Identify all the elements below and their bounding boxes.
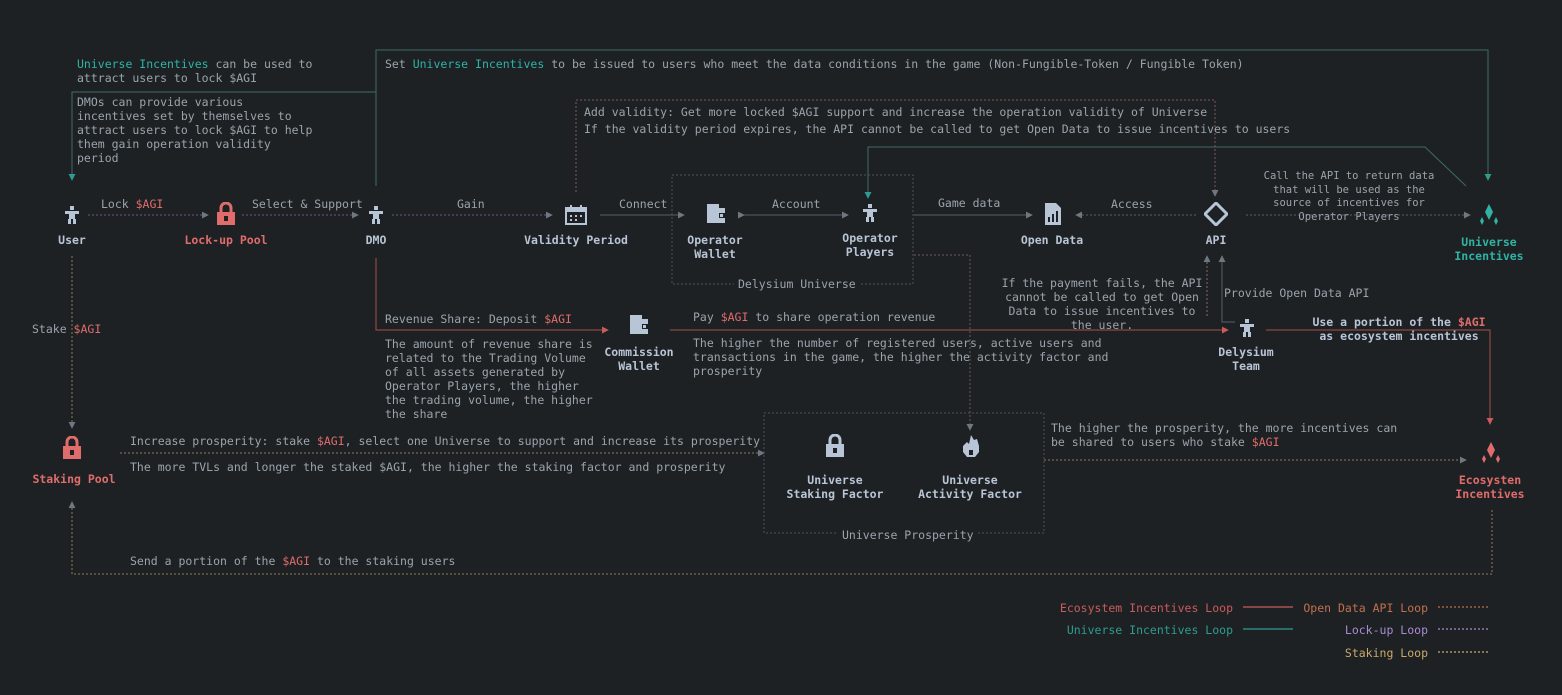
- note-set-incentives: Set Universe Incentives to be issued to …: [385, 57, 1244, 71]
- edge-stake: Stake $AGI: [32, 322, 102, 336]
- note-revenue-share: Revenue Share: Deposit $AGI: [385, 312, 572, 326]
- delysium-team-icon: [1240, 319, 1254, 337]
- edge-lock: Lock $AGI: [101, 197, 164, 211]
- sparkle-red-icon: [1482, 442, 1500, 463]
- sparkle-teal-icon: [1480, 204, 1498, 225]
- legend-universe-loop: Universe Incentives Loop: [1066, 623, 1233, 637]
- note-pay: Pay $AGI to share operation revenue: [693, 310, 936, 324]
- node-universe-incentives: Universe Incentives: [1454, 235, 1524, 263]
- note-validity-expires: If the validity period expires, the API …: [584, 122, 1291, 136]
- group-label-delysium-universe: Delysium Universe: [734, 277, 860, 291]
- staking-lock-icon: [63, 436, 81, 459]
- edge-gain: Gain: [457, 197, 485, 211]
- edge-access: Access: [1111, 197, 1153, 211]
- staking-factor-lock-icon: [826, 434, 844, 457]
- note-payment-fails: If the payment fails, the API cannot be …: [1001, 276, 1203, 332]
- node-user: User: [58, 233, 86, 247]
- edge-connect: Connect: [619, 197, 668, 211]
- node-staking-pool: Staking Pool: [32, 472, 116, 486]
- note-universe-incentives-attract: Universe Incentives can be used to attra…: [77, 57, 313, 85]
- node-operator-players: Operator Players: [842, 231, 898, 259]
- note-higher-prosperity: The higher the prosperity, the more ince…: [1051, 421, 1398, 449]
- legend-staking-loop: Staking Loop: [1344, 646, 1428, 660]
- flame-icon: [963, 435, 979, 457]
- lock-icon: [217, 202, 235, 225]
- note-send-portion: Send a portion of the $AGI to the stakin…: [130, 554, 456, 568]
- node-operator-wallet: Operator Wallet: [687, 233, 743, 261]
- document-icon: [1045, 203, 1061, 225]
- note-activity-detail: The higher the number of registered user…: [693, 336, 1109, 378]
- group-label-universe-prosperity: Universe Prosperity: [838, 528, 978, 542]
- node-ecosystem-incentives: Ecosysten Incentives: [1455, 473, 1525, 501]
- note-call-api: Call the API to return data that will be…: [1263, 170, 1435, 223]
- commission-wallet-icon: [630, 315, 648, 334]
- legend-lockup-loop: Lock-up Loop: [1344, 623, 1428, 637]
- user-icon: [65, 206, 79, 224]
- note-increase-prosperity: Increase prosperity: stake $AGI, select …: [130, 434, 761, 448]
- note-dmo-incentives: DMOs can provide various incentives set …: [77, 95, 313, 165]
- node-universe-activity-factor: Universe Activity Factor: [918, 473, 1022, 501]
- edge-select-support: Select & Support: [252, 197, 363, 211]
- edge-account: Account: [772, 197, 821, 211]
- node-commission-wallet: Commission Wallet: [604, 345, 674, 373]
- dmo-icon: [369, 206, 383, 224]
- note-use-portion: Use a portion of the $AGI as ecosystem i…: [1312, 315, 1486, 343]
- note-revenue-share-detail: The amount of revenue share is related t…: [385, 337, 593, 421]
- node-delysium-team: Delysium Team: [1218, 345, 1274, 373]
- edge-game-data: Game data: [938, 196, 1001, 210]
- note-add-validity: Add validity: Get more locked $AGI suppo…: [584, 105, 1208, 119]
- calendar-icon: [565, 205, 587, 225]
- node-validity-period: Validity Period: [524, 233, 628, 247]
- node-lockup-pool: Lock-up Pool: [184, 233, 268, 247]
- wallet-icon: [707, 204, 725, 223]
- node-open-data: Open Data: [1020, 233, 1084, 247]
- note-more-tvls: The more TVLs and longer the staked $AGI…: [130, 460, 726, 474]
- api-diamond-icon: [1204, 202, 1228, 226]
- node-universe-staking-factor: Universe Staking Factor: [786, 473, 884, 501]
- node-api: API: [1205, 233, 1227, 247]
- legend-open-data-api-loop: Open Data API Loop: [1303, 601, 1428, 615]
- edge-provide-open-data-api: Provide Open Data API: [1224, 286, 1370, 300]
- operator-players-icon: [863, 204, 877, 222]
- node-dmo: DMO: [365, 233, 387, 247]
- legend-ecosystem-loop: Ecosystem Incentives Loop: [1059, 601, 1233, 615]
